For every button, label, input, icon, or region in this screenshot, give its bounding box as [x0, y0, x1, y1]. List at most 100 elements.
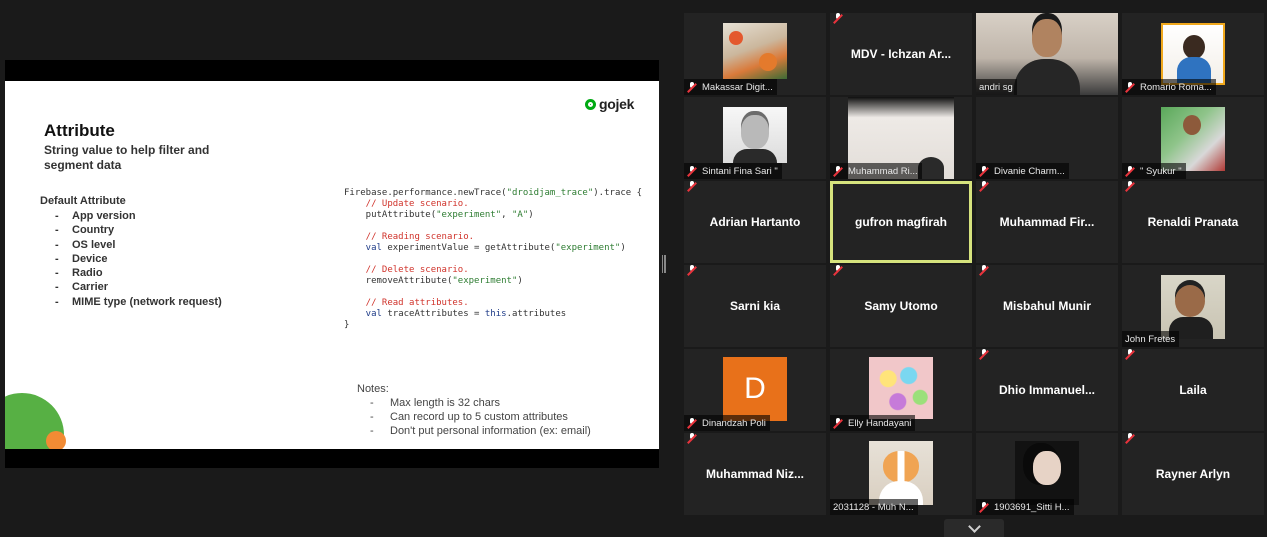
participant-name: Renaldi Pranata — [1147, 215, 1239, 229]
participant-gallery: Makassar Digit... MDV - Ichzan Ar... and… — [684, 13, 1267, 519]
notes: Notes: - Max length is 32 chars - Can reco… — [357, 383, 591, 438]
participant-tile[interactable]: MDV - Ichzan Ar... — [830, 13, 972, 95]
participant-tile[interactable]: " Syukur " — [1122, 97, 1264, 179]
participant-name: Dinandzah Poli — [702, 417, 766, 429]
participant-name: Makassar Digit... — [702, 81, 773, 93]
splitter-handle[interactable] — [662, 255, 667, 273]
participant-tile[interactable]: Dhio Immanuel... — [976, 349, 1118, 431]
microphone-muted-icon — [1125, 181, 1135, 191]
participant-name: andri sg — [979, 81, 1013, 93]
microphone-muted-icon — [979, 349, 989, 359]
slide-title: Attribute — [44, 121, 115, 140]
microphone-muted-icon — [833, 418, 843, 428]
microphone-muted-icon — [687, 82, 697, 92]
microphone-muted-icon — [833, 13, 843, 23]
participant-avatar — [1161, 23, 1225, 85]
microphone-muted-icon — [1125, 433, 1135, 443]
microphone-muted-icon — [979, 502, 989, 512]
participant-name: Laila — [1179, 383, 1207, 397]
participant-tile[interactable]: Misbahul Munir — [976, 265, 1118, 347]
participant-name: Muhammad Ri... — [848, 165, 918, 177]
participant-tile[interactable]: Muhammad Ri... — [830, 97, 972, 179]
list-item: - Carrier — [55, 281, 109, 294]
participant-name: Misbahul Munir — [1003, 299, 1091, 313]
participant-avatar — [723, 107, 787, 163]
note-item: - Max length is 32 chars — [370, 397, 501, 409]
participant-tile[interactable]: Samy Utomo — [830, 265, 972, 347]
microphone-muted-icon — [687, 433, 697, 443]
participant-name: Adrian Hartanto — [709, 215, 801, 229]
microphone-muted-icon — [687, 181, 697, 191]
participant-tile[interactable]: John Fretes — [1122, 265, 1264, 347]
participant-video — [723, 23, 787, 79]
list-item: - Radio — [55, 267, 103, 280]
participant-avatar — [869, 357, 933, 419]
participant-tile[interactable]: andri sg — [976, 13, 1118, 95]
microphone-muted-icon — [1125, 349, 1135, 359]
microphone-muted-icon — [687, 418, 697, 428]
participant-tile[interactable]: Sarni kia — [684, 265, 826, 347]
participant-name: Dhio Immanuel... — [998, 383, 1095, 397]
participant-name: MDV - Ichzan Ar... — [850, 47, 952, 61]
gojek-logo: gojek — [585, 96, 634, 112]
microphone-muted-icon — [979, 166, 989, 176]
participant-tile[interactable]: Romario Roma... — [1122, 13, 1264, 95]
participant-tile[interactable]: 1903691_Sitti H... — [976, 433, 1118, 515]
gallery-scroll-down-button[interactable] — [944, 519, 1004, 537]
microphone-muted-icon — [1125, 82, 1135, 92]
participant-name: Sintani Fina Sari " — [702, 165, 778, 177]
list-item: - App version — [55, 210, 136, 222]
participant-name: gufron magfirah — [855, 215, 947, 229]
participant-tile[interactable]: Laila — [1122, 349, 1264, 431]
participant-initial-avatar: D — [723, 357, 787, 421]
decorative-orange-circle — [46, 431, 66, 449]
participant-name: Sarni kia — [729, 299, 781, 313]
shared-screen: gojek Attribute String value to help fil… — [5, 60, 659, 468]
presentation-slide: gojek Attribute String value to help fil… — [5, 81, 659, 449]
participant-name: Muhammad Niz... — [705, 467, 804, 481]
slide-subtitle: String value to help filter and segment … — [44, 143, 210, 172]
participant-tile[interactable]: Makassar Digit... — [684, 13, 826, 95]
participant-tile[interactable]: Rayner Arlyn — [1122, 433, 1264, 515]
participant-name: Elly Handayani — [848, 417, 912, 429]
participant-tile[interactable]: Muhammad Fir... — [976, 181, 1118, 263]
participant-tile[interactable]: D Dinandzah Poli — [684, 349, 826, 431]
default-attribute-list: - App version - Country - OS level - Device … — [55, 209, 222, 309]
participant-tile[interactable]: Muhammad Niz... — [684, 433, 826, 515]
participant-name: " Syukur " — [1140, 165, 1182, 177]
gojek-logo-icon — [585, 98, 596, 110]
code-snippet: Firebase.performance.newTrace("droidjam_… — [344, 188, 643, 330]
list-item: - Country — [55, 224, 115, 237]
participant-tile[interactable]: Sintani Fina Sari " — [684, 97, 826, 179]
participant-name: Divanie Charm... — [994, 165, 1065, 177]
participant-tile[interactable]: Adrian Hartanto — [684, 181, 826, 263]
participant-name: Rayner Arlyn — [1155, 467, 1231, 481]
microphone-muted-icon — [1125, 166, 1135, 176]
microphone-muted-icon — [833, 265, 843, 275]
active-speaker-tile[interactable]: gufron magfirah — [830, 181, 972, 263]
note-item: - Don't put personal information (ex: ema… — [370, 425, 591, 437]
note-item: - Can record up to 5 custom attributes — [370, 411, 568, 423]
logo-text: gojek — [599, 96, 635, 112]
participant-tile[interactable]: Elly Handayani — [830, 349, 972, 431]
participant-name: 2031128 - Muh N... — [833, 501, 914, 513]
microphone-muted-icon — [687, 166, 697, 176]
microphone-muted-icon — [979, 181, 989, 191]
notes-title: Notes: — [357, 383, 389, 395]
participant-name: Samy Utomo — [864, 299, 938, 313]
default-attribute-heading: Default Attribute — [40, 195, 126, 207]
participant-avatar — [1161, 107, 1225, 171]
microphone-muted-icon — [833, 166, 843, 176]
microphone-muted-icon — [979, 265, 989, 275]
participant-tile[interactable]: Renaldi Pranata — [1122, 181, 1264, 263]
participant-avatar — [1015, 441, 1079, 505]
list-item: - OS level — [55, 238, 116, 251]
participant-name: 1903691_Sitti H... — [994, 501, 1070, 513]
participant-tile[interactable]: 2031128 - Muh N... — [830, 433, 972, 515]
microphone-muted-icon — [687, 265, 697, 275]
participant-tile[interactable]: Divanie Charm... — [976, 97, 1118, 179]
participant-avatar — [869, 441, 933, 505]
participant-name: Muhammad Fir... — [999, 215, 1095, 229]
participant-name: Romario Roma... — [1140, 81, 1212, 93]
list-item: - Device — [55, 252, 108, 265]
